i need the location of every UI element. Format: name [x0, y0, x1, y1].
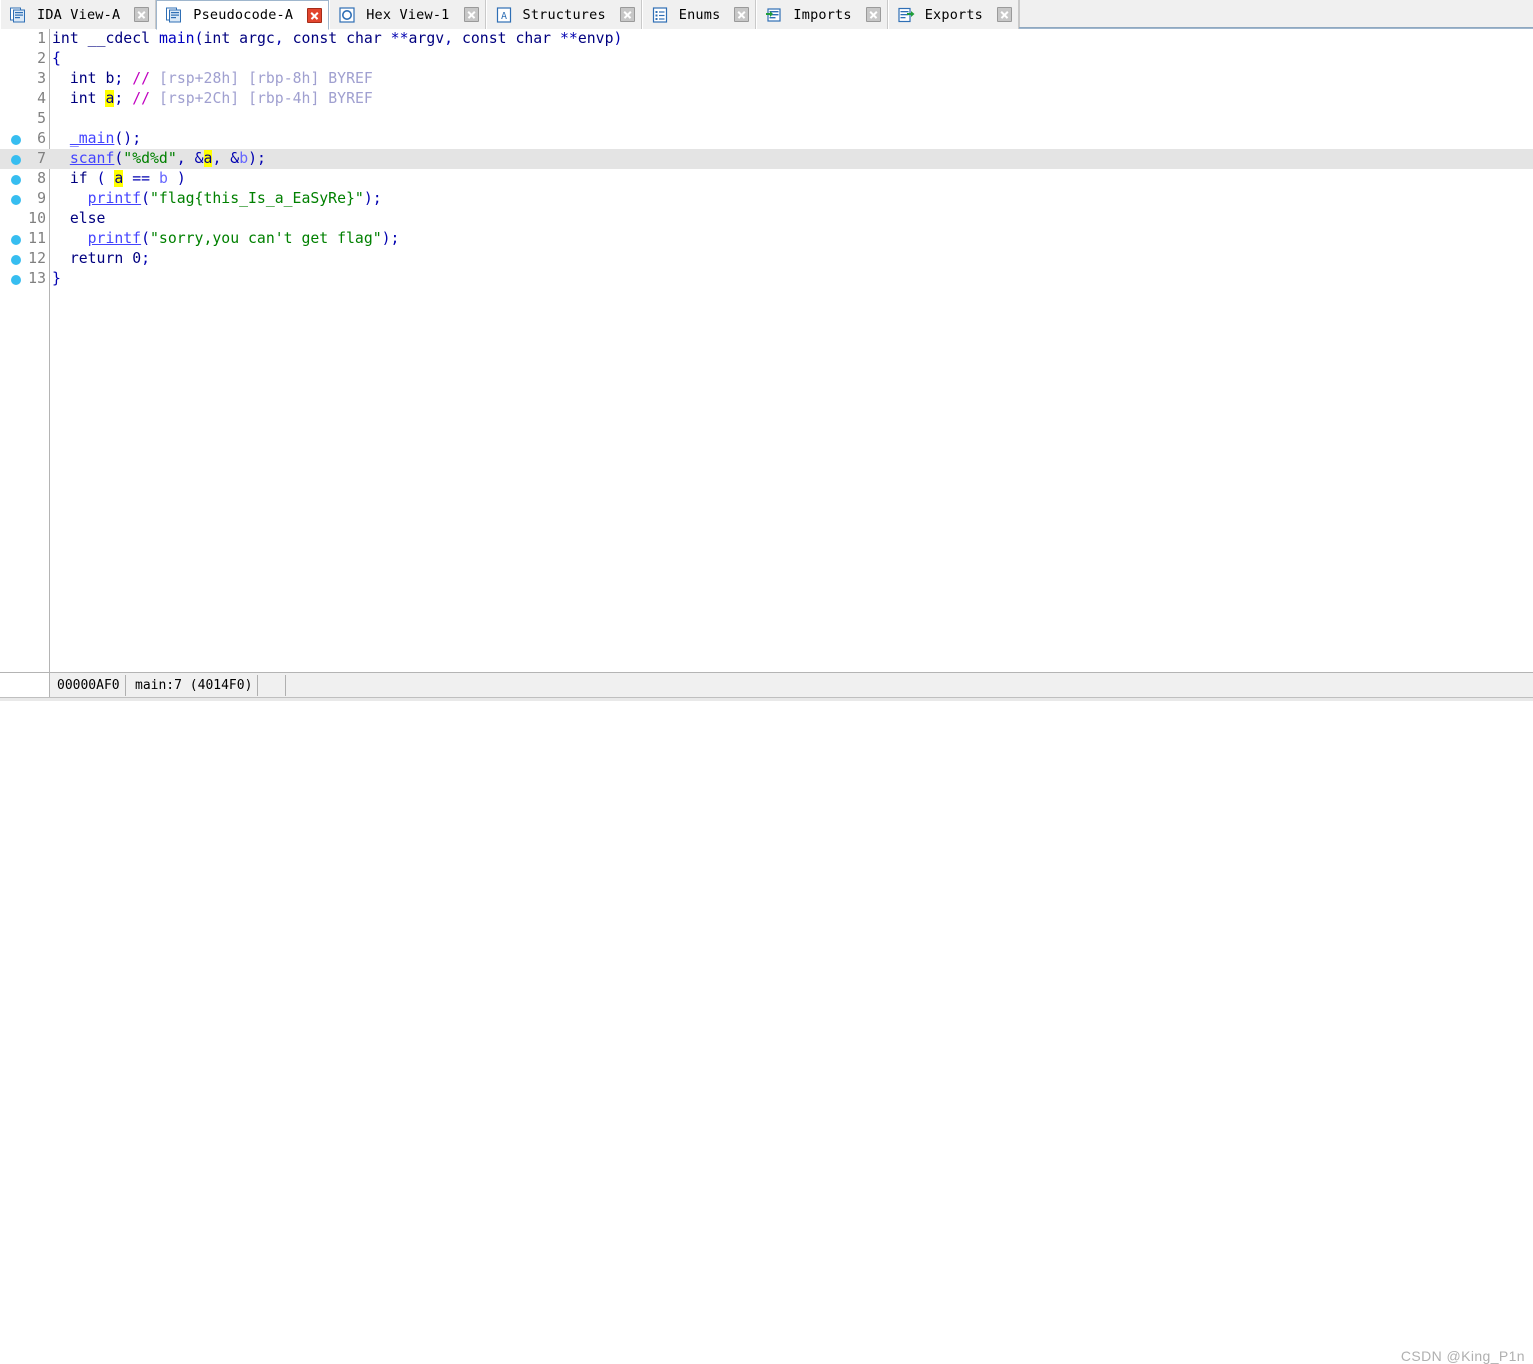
line-content: int b; // [rsp+28h] [rbp-8h] BYREF — [69, 70, 373, 87]
highlighted-variable[interactable]: a — [114, 170, 124, 187]
imports-icon — [765, 6, 783, 24]
tab-label: IDA View-A — [37, 6, 121, 23]
code-line[interactable]: 9 printf("flag{this_Is_a_EaSyRe}"); — [0, 189, 1533, 209]
tab-exports[interactable]: Exports — [887, 0, 1020, 29]
tab-label: Hex View-1 — [366, 6, 450, 23]
tab-ida-view-a[interactable]: IDA View-A — [0, 0, 157, 29]
code-line[interactable]: 13 } — [0, 269, 1533, 289]
line-content: } — [52, 270, 61, 287]
line-number: 4 — [37, 90, 46, 107]
status-spacer — [272, 675, 286, 696]
tab-label: Structures — [522, 6, 606, 23]
line-content: int __cdecl main(int argc, const char **… — [52, 30, 623, 47]
close-icon[interactable] — [997, 7, 1013, 22]
watermark: CSDN @King_P1n — [1400, 1348, 1525, 1364]
line-content: if ( a == b ) — [69, 170, 186, 187]
code-line[interactable]: 6 _main(); — [0, 129, 1533, 149]
code-line[interactable]: 4 int a; // [rsp+2Ch] [rbp-4h] BYREF — [0, 89, 1533, 109]
line-number: 7 — [37, 150, 46, 167]
line-number: 13 — [28, 270, 46, 287]
tab-structures[interactable]: A Structures — [485, 0, 642, 29]
tab-label: Enums — [678, 6, 721, 23]
code-line-current[interactable]: 7 scanf("%d%d", &a, &b); — [0, 149, 1533, 169]
code-line[interactable]: 5 — [0, 109, 1533, 129]
svg-text:A: A — [500, 11, 506, 22]
tab-imports[interactable]: Imports — [756, 0, 888, 29]
exports-icon — [897, 6, 915, 24]
tab-bar: IDA View-A Pseudocode-A Hex View-1 A Str… — [0, 0, 1533, 30]
close-icon[interactable] — [134, 7, 150, 22]
line-content: scanf("%d%d", &a, &b); — [69, 150, 266, 167]
code-line[interactable]: 2 { — [0, 49, 1533, 69]
tab-label: Imports — [793, 6, 852, 23]
status-address: 00000AF0 — [52, 675, 126, 696]
line-number: 9 — [37, 190, 46, 207]
code-line[interactable]: 10 else — [0, 209, 1533, 229]
code-line[interactable]: 1 int __cdecl main(int argc, const char … — [0, 29, 1533, 49]
code-line[interactable]: 12 return 0; — [0, 249, 1533, 269]
line-content: else — [69, 210, 106, 227]
hex-view-icon — [338, 6, 356, 24]
close-icon[interactable] — [734, 7, 750, 22]
document-window-icon — [165, 6, 183, 24]
tab-bar-filler — [1019, 0, 1533, 28]
line-number: 10 — [28, 210, 46, 227]
code-line[interactable]: 8 if ( a == b ) — [0, 169, 1533, 189]
line-number: 8 — [37, 170, 46, 187]
tab-label: Exports — [924, 6, 984, 23]
line-content: _main(); — [69, 130, 142, 147]
line-number: 1 — [37, 30, 46, 47]
bottom-strip — [0, 697, 1533, 701]
enums-icon — [651, 6, 669, 24]
line-content: { — [52, 50, 61, 67]
structures-icon: A — [495, 6, 513, 24]
pseudocode-pane[interactable]: 1 int __cdecl main(int argc, const char … — [0, 29, 1533, 672]
tab-enums[interactable]: Enums — [641, 0, 757, 29]
code-line[interactable]: 11 printf("sorry,you can't get flag"); — [0, 229, 1533, 249]
line-content: printf("flag{this_Is_a_EaSyRe}"); — [87, 190, 382, 207]
close-icon[interactable] — [463, 7, 479, 22]
line-number: 11 — [28, 230, 46, 247]
tab-pseudocode-a[interactable]: Pseudocode-A — [156, 0, 330, 30]
code-line[interactable]: 3 int b; // [rsp+28h] [rbp-8h] BYREF — [0, 69, 1533, 89]
line-number: 6 — [37, 130, 46, 147]
line-content: return 0; — [69, 250, 151, 267]
close-icon[interactable] — [619, 7, 635, 22]
status-bar: 00000AF0 main:7 (4014F0) CSDN @King_P1n — [0, 672, 1533, 1364]
status-bar-gutter — [0, 673, 50, 698]
close-icon[interactable] — [865, 7, 881, 22]
document-window-icon — [9, 6, 27, 24]
line-number: 3 — [37, 70, 46, 87]
status-function: main:7 (4014F0) — [130, 675, 259, 696]
code-listing[interactable]: 1 int __cdecl main(int argc, const char … — [0, 29, 1533, 289]
close-icon[interactable] — [307, 7, 323, 23]
tab-hex-view-1[interactable]: Hex View-1 — [329, 0, 486, 29]
line-content: printf("sorry,you can't get flag"); — [87, 230, 400, 247]
line-number: 2 — [37, 50, 46, 67]
line-number: 5 — [37, 110, 46, 127]
tab-label: Pseudocode-A — [193, 7, 294, 23]
line-content: int a; // [rsp+2Ch] [rbp-4h] BYREF — [69, 90, 373, 107]
line-number: 12 — [28, 250, 46, 267]
